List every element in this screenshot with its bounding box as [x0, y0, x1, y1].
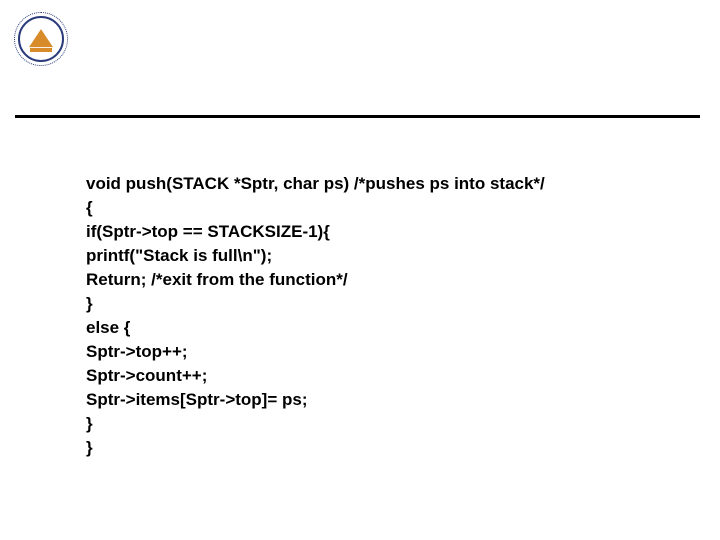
code-line: {	[86, 198, 93, 217]
code-line: else {	[86, 318, 130, 337]
code-line: Sptr->count++;	[86, 366, 207, 385]
code-line: }	[86, 294, 93, 313]
code-line: void push(STACK *Sptr, char ps) /*pushes…	[86, 174, 545, 193]
code-line: if(Sptr->top == STACKSIZE-1){	[86, 222, 330, 241]
horizontal-divider	[15, 115, 700, 118]
code-block: void push(STACK *Sptr, char ps) /*pushes…	[86, 148, 680, 460]
code-line: Sptr->top++;	[86, 342, 188, 361]
university-logo	[14, 12, 68, 66]
code-line: }	[86, 414, 93, 433]
code-line: }	[86, 438, 93, 457]
code-line: Sptr->items[Sptr->top]= ps;	[86, 390, 308, 409]
code-line: printf("Stack is full\n");	[86, 246, 272, 265]
code-line: Return; /*exit from the function*/	[86, 270, 348, 289]
